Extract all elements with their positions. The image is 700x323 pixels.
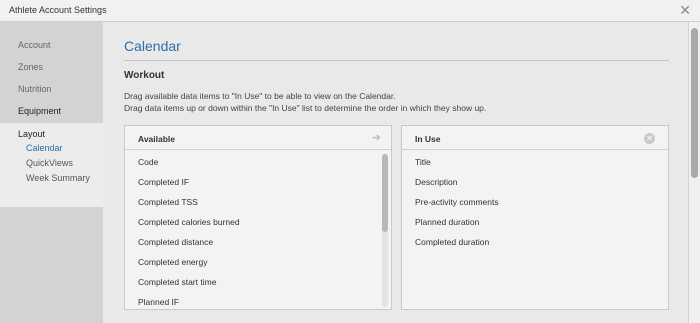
in-use-item[interactable]: Description	[415, 177, 458, 187]
in-use-item[interactable]: Planned duration	[415, 217, 479, 227]
sidebar-item-layout[interactable]: Layout	[18, 129, 45, 139]
window-title: Athlete Account Settings	[9, 5, 107, 15]
close-icon[interactable]: ✕	[679, 2, 691, 18]
available-item[interactable]: Completed calories burned	[138, 217, 240, 227]
in-use-list-panel: In Use ✕ Title Description Pre-activity …	[401, 125, 669, 310]
in-use-list-header: In Use ✕	[402, 126, 668, 150]
available-item[interactable]: Completed IF	[138, 177, 189, 187]
in-use-header-label: In Use	[415, 134, 441, 144]
available-list-header: Available ➜	[125, 126, 391, 150]
sidebar-subitem-calendar[interactable]: Calendar	[26, 143, 63, 153]
in-use-item[interactable]: Title	[415, 157, 431, 167]
clear-icon[interactable]: ✕	[644, 133, 655, 144]
window-titlebar: Athlete Account Settings ✕	[0, 0, 700, 22]
sidebar-subitem-week-summary[interactable]: Week Summary	[26, 173, 90, 183]
sidebar-item-zones[interactable]: Zones	[18, 62, 43, 72]
sidebar-item-equipment[interactable]: Equipment	[18, 106, 61, 116]
description-line-2: Drag data items up or down within the "I…	[124, 103, 487, 113]
description-line-1: Drag available data items to "In Use" to…	[124, 91, 396, 101]
sidebar-item-account[interactable]: Account	[18, 40, 51, 50]
window-scrollbar[interactable]	[688, 22, 700, 323]
in-use-item[interactable]: Pre-activity comments	[415, 197, 499, 207]
available-header-label: Available	[138, 134, 176, 144]
window-scroll-thumb[interactable]	[691, 28, 698, 178]
available-item[interactable]: Completed energy	[138, 257, 207, 267]
available-list-scroll-thumb[interactable]	[382, 154, 388, 232]
available-list-scrollbar[interactable]	[382, 154, 388, 307]
section-title: Workout	[124, 70, 165, 81]
in-use-item[interactable]: Completed duration	[415, 237, 489, 247]
available-item[interactable]: Completed TSS	[138, 197, 198, 207]
sidebar-item-nutrition[interactable]: Nutrition	[18, 84, 52, 94]
title-divider	[124, 60, 669, 61]
sidebar-subitem-quickviews[interactable]: QuickViews	[26, 158, 73, 168]
settings-sidebar: Account Zones Nutrition Equipment Layout…	[0, 22, 103, 323]
available-list-panel: Available ➜ Code Completed IF Completed …	[124, 125, 392, 310]
main-content: Calendar Workout Drag available data ite…	[103, 22, 688, 323]
available-item[interactable]: Code	[138, 157, 158, 167]
available-item[interactable]: Planned IF	[138, 297, 179, 307]
page-title: Calendar	[124, 38, 181, 54]
available-item[interactable]: Completed start time	[138, 277, 216, 287]
available-item[interactable]: Completed distance	[138, 237, 213, 247]
arrow-right-icon[interactable]: ➜	[372, 131, 381, 144]
